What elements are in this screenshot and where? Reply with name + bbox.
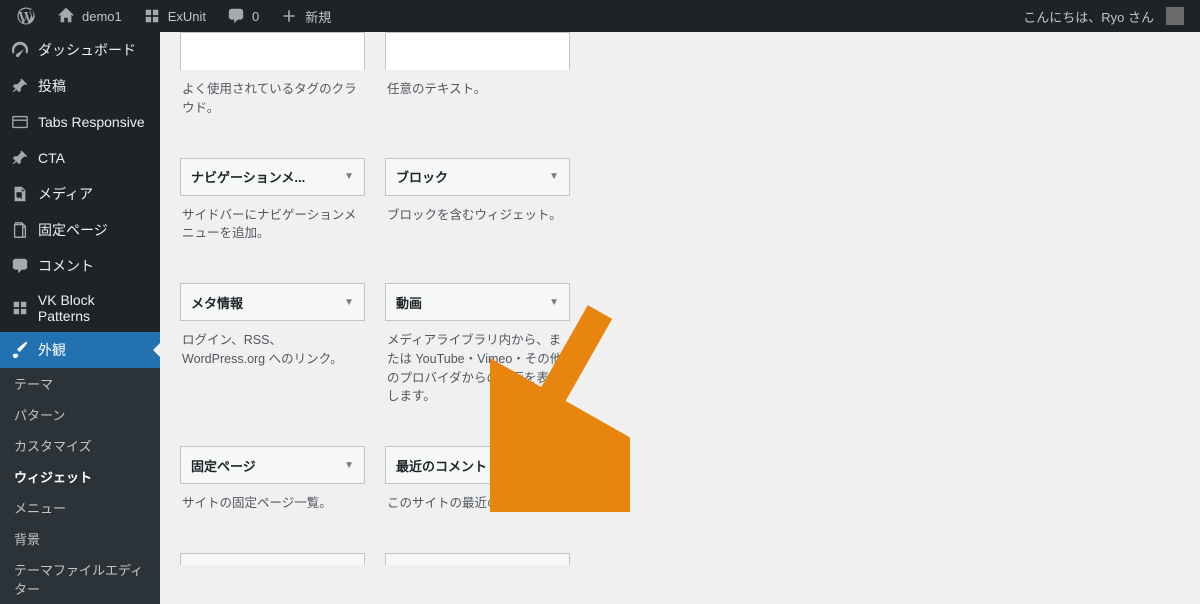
submenu-menus[interactable]: メニュー bbox=[0, 492, 160, 523]
submenu-themes[interactable]: テーマ bbox=[0, 368, 160, 399]
widget-desc: ログイン、RSS、WordPress.org へのリンク。 bbox=[180, 321, 365, 369]
tabs-icon bbox=[10, 112, 30, 132]
avatar bbox=[1166, 7, 1184, 25]
sidebar-item-dashboard[interactable]: ダッシュボード bbox=[0, 32, 160, 68]
sidebar-item-comments[interactable]: コメント bbox=[0, 248, 160, 284]
widget-desc: メディアライブラリ内から、または YouTube・Vimeo・その他のプロバイダ… bbox=[385, 321, 570, 406]
comment-bubble-icon bbox=[226, 6, 246, 26]
widget-title: ナビゲーションメ... bbox=[191, 167, 305, 186]
submenu-background[interactable]: 背景 bbox=[0, 523, 160, 554]
widget-desc: このサイトの最近のコメント。 bbox=[385, 484, 570, 513]
widget-desc: 任意のテキスト。 bbox=[385, 70, 570, 99]
howdy[interactable]: こんにちは、Ryo さん bbox=[1015, 0, 1192, 32]
comment-icon bbox=[10, 256, 30, 276]
widget-desc: サイドバーにナビゲーションメニューを追加。 bbox=[180, 196, 365, 244]
widget-head[interactable]: ナビゲーションメ... ▼ bbox=[180, 158, 365, 196]
sidebar-item-label: VK Block Patterns bbox=[38, 292, 150, 324]
media-icon bbox=[10, 184, 30, 204]
comments-menu[interactable]: 0 bbox=[218, 0, 267, 32]
widget-video: 動画 ▼ メディアライブラリ内から、または YouTube・Vimeo・その他のプロ… bbox=[385, 283, 570, 406]
widget-text: 任意のテキスト。 bbox=[385, 32, 570, 118]
widget-head[interactable]: 最近の投稿▼ bbox=[180, 553, 365, 565]
admin-bar-right: こんにちは、Ryo さん bbox=[1015, 0, 1192, 32]
widget-head[interactable] bbox=[180, 32, 365, 70]
chevron-down-icon: ▼ bbox=[549, 460, 559, 471]
wordpress-icon bbox=[16, 6, 36, 26]
home-icon bbox=[56, 6, 76, 26]
submenu-widgets[interactable]: ウィジェット bbox=[0, 461, 160, 492]
sidebar-item-label: ダッシュボード bbox=[38, 40, 136, 60]
dashboard-icon bbox=[10, 40, 30, 60]
new-content-menu[interactable]: 新規 bbox=[271, 0, 339, 32]
sidebar-item-label: 固定ページ bbox=[38, 220, 108, 240]
available-widgets: よく使用されているタグのクラウド。 任意のテキスト。 ナビゲーションメ... ▼ サ… bbox=[180, 32, 600, 565]
widget-head[interactable]: 固定ページ ▼ bbox=[180, 446, 365, 484]
appearance-submenu: テーマ パターン カスタマイズ ウィジェット メニュー 背景 テーマファイルエデ… bbox=[0, 368, 160, 604]
plus-icon bbox=[279, 6, 299, 26]
admin-bar-left: demo1 ExUnit 0 新規 bbox=[8, 0, 339, 32]
sidebar-item-vk-patterns[interactable]: VK Block Patterns bbox=[0, 284, 160, 332]
widget-head[interactable]: 検索▼ bbox=[385, 553, 570, 565]
sidebar-item-media[interactable]: メディア bbox=[0, 176, 160, 212]
widget-title: ブロック bbox=[396, 167, 448, 186]
sidebar-item-label: Tabs Responsive bbox=[38, 114, 145, 130]
sidebar-item-appearance[interactable]: 外観 bbox=[0, 332, 160, 368]
widget-title: 固定ページ bbox=[191, 456, 256, 475]
pin-icon bbox=[10, 76, 30, 96]
submenu-customize[interactable]: カスタマイズ bbox=[0, 430, 160, 461]
page-icon bbox=[10, 220, 30, 240]
pin-icon bbox=[10, 148, 30, 168]
admin-sidebar: ダッシュボード 投稿 Tabs Responsive CTA メディア 固定ペー… bbox=[0, 32, 160, 565]
chevron-down-icon: ▼ bbox=[344, 171, 354, 182]
widget-pages: 固定ページ ▼ サイトの固定ページ一覧。 bbox=[180, 446, 365, 513]
chevron-down-icon: ▼ bbox=[549, 171, 559, 182]
widget-head[interactable]: ブロック ▼ bbox=[385, 158, 570, 196]
brush-icon bbox=[10, 340, 30, 360]
wp-logo[interactable] bbox=[8, 0, 44, 32]
chevron-down-icon: ▼ bbox=[344, 460, 354, 471]
sidebar-item-label: 投稿 bbox=[38, 76, 66, 96]
content-area: よく使用されているタグのクラウド。 任意のテキスト。 ナビゲーションメ... ▼ サ… bbox=[160, 32, 1200, 565]
widget-title: 最近のコメント bbox=[396, 456, 487, 475]
sidebar-item-label: 外観 bbox=[38, 340, 66, 360]
sidebar-item-posts[interactable]: 投稿 bbox=[0, 68, 160, 104]
chevron-down-icon: ▼ bbox=[549, 297, 559, 308]
widget-desc: ブロックを含むウィジェット。 bbox=[385, 196, 570, 225]
widget-meta: メタ情報 ▼ ログイン、RSS、WordPress.org へのリンク。 bbox=[180, 283, 365, 406]
sidebar-item-pages[interactable]: 固定ページ bbox=[0, 212, 160, 248]
widget-head[interactable]: 動画 ▼ bbox=[385, 283, 570, 321]
sidebar-item-tabs-responsive[interactable]: Tabs Responsive bbox=[0, 104, 160, 140]
widget-title: メタ情報 bbox=[191, 293, 243, 312]
sidebar-item-label: CTA bbox=[38, 150, 65, 166]
new-label: 新規 bbox=[305, 7, 331, 26]
widget-desc: サイトの固定ページ一覧。 bbox=[180, 484, 365, 513]
sidebar-item-label: メディア bbox=[38, 184, 93, 204]
widget-block: ブロック ▼ ブロックを含むウィジェット。 bbox=[385, 158, 570, 244]
widget-recent-comments: 最近のコメント ▼ このサイトの最近のコメント。 bbox=[385, 446, 570, 513]
sidebar-item-cta[interactable]: CTA bbox=[0, 140, 160, 176]
grid-icon bbox=[10, 298, 30, 318]
widget-head[interactable]: メタ情報 ▼ bbox=[180, 283, 365, 321]
widget-recent-posts: 最近の投稿▼このサイトの最近の投稿。 bbox=[180, 553, 365, 565]
exunit-label: ExUnit bbox=[168, 9, 206, 24]
exunit-menu[interactable]: ExUnit bbox=[134, 0, 214, 32]
howdy-text: こんにちは、Ryo さん bbox=[1023, 7, 1154, 26]
comments-count: 0 bbox=[252, 9, 259, 24]
widget-search: 検索▼サイト内検索フォーム。 bbox=[385, 553, 570, 565]
admin-bar: demo1 ExUnit 0 新規 こんにちは、Ryo さん bbox=[0, 0, 1200, 32]
site-name[interactable]: demo1 bbox=[48, 0, 130, 32]
widget-nav-menu: ナビゲーションメ... ▼ サイドバーにナビゲーションメニューを追加。 bbox=[180, 158, 365, 244]
site-name-text: demo1 bbox=[82, 9, 122, 24]
widget-head[interactable]: 最近のコメント ▼ bbox=[385, 446, 570, 484]
sidebar-item-label: コメント bbox=[38, 256, 94, 276]
widget-title: 動画 bbox=[396, 293, 422, 312]
widget-tag-cloud: よく使用されているタグのクラウド。 bbox=[180, 32, 365, 118]
chevron-down-icon: ▼ bbox=[344, 297, 354, 308]
submenu-patterns[interactable]: パターン bbox=[0, 399, 160, 430]
widget-head[interactable] bbox=[385, 32, 570, 70]
submenu-theme-file-editor[interactable]: テーマファイルエディター bbox=[0, 554, 160, 604]
widget-desc: よく使用されているタグのクラウド。 bbox=[180, 70, 365, 118]
exunit-icon bbox=[142, 6, 162, 26]
